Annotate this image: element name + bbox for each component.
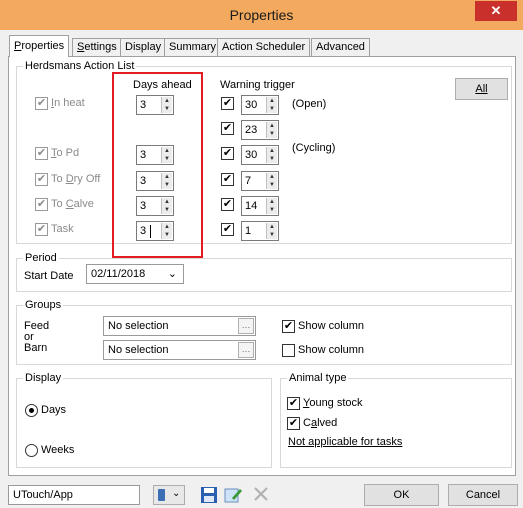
to-dry-off-warning-spinner[interactable]: 7 ▲ ▼ <box>241 171 279 191</box>
display-legend: Display <box>23 372 64 384</box>
open-note: (Open) <box>292 98 327 110</box>
app-selector[interactable]: UTouch/App <box>8 485 140 505</box>
start-date-picker[interactable]: 02/11/2018 ⌄ <box>86 264 184 284</box>
barn-browse-button[interactable]: … <box>238 342 254 358</box>
weeks-radio[interactable] <box>25 444 38 457</box>
barn-show-column-label: Show column <box>298 344 365 356</box>
properties-window: Properties ✕ Properties Settings Display… <box>0 0 523 508</box>
chevron-down-icon: ⌄ <box>167 268 177 280</box>
days-radio[interactable] <box>25 404 38 417</box>
in-heat-checkbox[interactable]: ✔ <box>35 97 48 110</box>
young-stock-label: Young stock <box>303 397 363 409</box>
to-calve-label: To Calve <box>51 198 94 210</box>
to-calve-warning-checkbox[interactable]: ✔ <box>221 198 234 211</box>
tab-settings[interactable]: Settings <box>72 38 122 56</box>
feed-selection-field[interactable]: No selection <box>103 316 256 336</box>
animal-type-legend: Animal type <box>287 372 349 384</box>
edit-icon[interactable] <box>224 486 244 504</box>
task-warning-checkbox[interactable]: ✔ <box>221 223 234 236</box>
to-pd-checkbox[interactable]: ✔ <box>35 147 48 160</box>
to-calve-warning-spinner[interactable]: 14 ▲ ▼ <box>241 196 279 216</box>
groups-legend: Groups <box>23 299 64 311</box>
task-label: Task <box>51 223 74 235</box>
to-pd-label: To Pd <box>51 147 80 159</box>
feed-browse-button[interactable]: … <box>238 318 254 334</box>
to-dry-off-warning-checkbox[interactable]: ✔ <box>221 173 234 186</box>
tab-properties[interactable]: Properties <box>9 35 70 57</box>
weeks-radio-label: Weeks <box>41 444 75 456</box>
task-warning-spinner[interactable]: 1 ▲ ▼ <box>241 221 279 241</box>
in-heat-warning2-checkbox[interactable]: ✔ <box>221 122 234 135</box>
window-title: Properties <box>229 7 294 23</box>
in-heat-warning-checkbox[interactable]: ✔ <box>221 97 234 110</box>
cancel-button[interactable]: Cancel <box>448 484 518 506</box>
tab-summary[interactable]: Summary <box>164 38 222 56</box>
days-ahead-highlight <box>112 72 203 258</box>
tab-advanced[interactable]: Advanced <box>311 38 370 56</box>
close-icon: ✕ <box>490 3 502 18</box>
in-heat-warning2-spinner[interactable]: 23 ▲ ▼ <box>241 120 279 140</box>
calved-label: Calved <box>303 417 338 429</box>
not-applicable-note: Not applicable for tasks <box>288 436 403 448</box>
to-pd-warning-spinner[interactable]: 30 ▲ ▼ <box>241 145 279 165</box>
title-bar: Properties ✕ <box>0 0 523 30</box>
tab-display[interactable]: Display <box>120 38 167 56</box>
start-date-label: Start Date <box>24 270 74 282</box>
tab-action-scheduler[interactable]: Action Scheduler <box>217 38 311 56</box>
ok-button[interactable]: OK <box>364 484 439 506</box>
feed-show-column-checkbox[interactable]: ✔ <box>282 320 295 333</box>
phone-icon <box>158 489 165 501</box>
to-calve-checkbox[interactable]: ✔ <box>35 198 48 211</box>
to-pd-warning-checkbox[interactable]: ✔ <box>221 147 234 160</box>
cycling-note: (Cycling) <box>292 142 336 154</box>
to-dry-off-checkbox[interactable]: ✔ <box>35 173 48 186</box>
barn-selection-field[interactable]: No selection <box>103 340 256 360</box>
to-dry-off-label: To Dry Off <box>51 173 101 185</box>
period-legend: Period <box>23 252 59 264</box>
save-icon[interactable] <box>200 486 218 504</box>
herdsmans-legend: Herdsmans Action List <box>23 60 137 72</box>
all-button[interactable]: All <box>455 78 508 100</box>
task-checkbox[interactable]: ✔ <box>35 223 48 236</box>
barn-label: Barn <box>24 342 48 354</box>
chevron-down-icon: ⌄ <box>172 488 181 499</box>
groups-group: Groups <box>16 299 512 365</box>
close-button[interactable]: ✕ <box>475 1 517 21</box>
in-heat-label: In heat <box>51 97 85 109</box>
warning-trigger-header: Warning trigger <box>220 79 295 91</box>
device-dropdown[interactable]: ⌄ <box>153 485 185 505</box>
young-stock-checkbox[interactable]: ✔ <box>287 397 300 410</box>
delete-icon[interactable] <box>252 485 270 503</box>
days-radio-label: Days <box>41 404 67 416</box>
in-heat-warning-spinner[interactable]: 30 ▲ ▼ <box>241 95 279 115</box>
barn-show-column-checkbox[interactable] <box>282 344 295 357</box>
calved-checkbox[interactable]: ✔ <box>287 417 300 430</box>
feed-show-column-label: Show column <box>298 320 365 332</box>
